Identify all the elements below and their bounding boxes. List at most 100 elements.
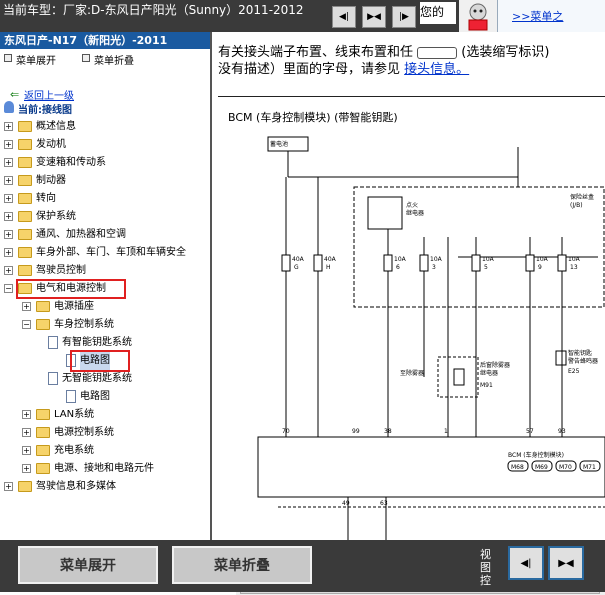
tree-item[interactable]: + 驾驶员控制 [0, 262, 210, 280]
tree-item[interactable]: + 驾驶信息和多媒体 [0, 478, 210, 496]
folder-icon [18, 265, 32, 276]
ignition-relay-label-2: 继电器 [406, 209, 424, 217]
tree-item[interactable]: + 充电系统 [0, 442, 210, 460]
tree-item[interactable]: 电路图 [0, 350, 210, 372]
view-split-button[interactable]: ▶◀ [548, 546, 584, 580]
tree-item[interactable]: + 保护系统 [0, 208, 210, 226]
fuse-rating: 40A [292, 256, 305, 263]
connector-id: M70 [559, 464, 572, 471]
expand-toggle-icon[interactable]: + [22, 428, 31, 437]
tree-item[interactable]: + 变速箱和传动系 [0, 154, 210, 172]
fuse-symbol [471, 254, 481, 272]
expand-icon[interactable] [4, 54, 12, 62]
tree-item[interactable]: + 制动器 [0, 172, 210, 190]
tree-item[interactable]: + 概述信息 [0, 118, 210, 136]
sidebar-expand-link[interactable]: 菜单展开 [16, 52, 56, 67]
split-pane-icon: ▶◀ [558, 557, 574, 569]
connector-id: M69 [535, 464, 548, 471]
expand-toggle-icon[interactable]: + [22, 302, 31, 311]
tree-item-label: 车身外部、车门、车顶和车辆安全 [36, 247, 186, 258]
menu-collapse-button[interactable]: 菜单折叠 [172, 546, 312, 584]
expand-toggle-icon[interactable]: + [4, 140, 13, 149]
tree-item[interactable]: + 电源插座 [0, 298, 210, 316]
wiring-schematic: 40AG40AH10A610A310A510A910A13 蓄电池 保险丝盒 (… [257, 136, 605, 547]
expand-toggle-icon[interactable]: + [4, 158, 13, 167]
tree-item[interactable]: + LAN系统 [0, 406, 210, 424]
sidebar-collapse-link[interactable]: 菜单折叠 [94, 52, 134, 67]
folder-icon [18, 211, 32, 222]
view-single-button[interactable]: ◀| [508, 546, 544, 580]
collapse-toggle-icon[interactable]: − [4, 284, 13, 293]
folder-icon [36, 319, 50, 330]
fuse-id: 6 [396, 264, 400, 271]
expand-toggle-icon[interactable]: + [4, 266, 13, 275]
info-text-1: 有关接头端子布置、线束布置和任 [218, 45, 414, 60]
tree-item[interactable]: + 车身外部、车门、车顶和车辆安全 [0, 244, 210, 262]
fuse-symbol [281, 254, 291, 272]
fuse-id: 13 [570, 264, 578, 271]
fuse-symbol [525, 254, 535, 272]
tree-item[interactable]: 无智能钥匙系统 [0, 370, 210, 388]
expand-toggle-icon[interactable]: + [22, 464, 31, 473]
tree-item[interactable]: + 电源控制系统 [0, 424, 210, 442]
expand-toggle-icon[interactable]: + [4, 248, 13, 257]
fuse-id: 5 [484, 264, 488, 271]
split-icon: ▶◀ [367, 12, 381, 22]
collapse-icon[interactable] [82, 54, 90, 62]
folder-icon [36, 409, 50, 420]
tree-item-label: 电源、接地和电路元件 [54, 463, 154, 474]
fuse-box-label: 保险丝盒 [570, 193, 594, 201]
sidebar: 东风日产-N17（新阳光）-2011 菜单展开 菜单折叠 ⇐ 返回上一级 当前:… [0, 32, 212, 540]
current-location: 当前:接线图 [18, 105, 72, 116]
folder-icon [18, 121, 32, 132]
menu-expand-button[interactable]: 菜单展开 [18, 546, 158, 584]
pin-number: 99 [352, 428, 360, 435]
split-view-button[interactable]: ▶◀ [362, 6, 386, 28]
expand-toggle-icon[interactable]: + [4, 176, 13, 185]
ignition-relay-label: 点火 [406, 201, 418, 209]
tree-item-label: 车身控制系统 [54, 319, 114, 330]
next-arrow-button[interactable]: |▶ [392, 6, 416, 28]
folder-icon [18, 175, 32, 186]
connector-symbol-icon [417, 46, 458, 59]
tree-item-label: 电路图 [80, 391, 110, 402]
folder-icon [18, 481, 32, 492]
tree-item[interactable]: + 电源、接地和电路元件 [0, 460, 210, 478]
fuse-id: 3 [432, 264, 436, 271]
tree-item[interactable]: − 车身控制系统 [0, 316, 210, 334]
mascot-image [459, 0, 497, 32]
tree-item[interactable]: + 转向 [0, 190, 210, 208]
folder-icon [18, 229, 32, 240]
expand-toggle-icon[interactable]: + [22, 410, 31, 419]
fuse-rating: 10A [430, 256, 443, 263]
tree-item[interactable]: + 发动机 [0, 136, 210, 154]
tree-item-label: 驾驶员控制 [36, 265, 86, 276]
defogger-label: 至除雾器 [400, 369, 424, 377]
back-link[interactable]: 返回上一级 [24, 87, 74, 102]
fuse-symbol [383, 254, 393, 272]
tree-item[interactable]: 电路图 [0, 388, 210, 406]
fuse-symbol [419, 254, 429, 272]
connector-info-link[interactable]: 接头信息。 [404, 62, 469, 77]
collapse-toggle-icon[interactable]: − [22, 320, 31, 329]
expand-toggle-icon[interactable]: + [4, 194, 13, 203]
menu-promo-link[interactable]: >>菜单之 [512, 8, 563, 24]
document-icon [48, 336, 58, 349]
fuse-id: G [294, 264, 299, 271]
tree-item[interactable]: + 通风、加热器和空调 [0, 226, 210, 244]
smart-key-label-1: 智能钥匙 [568, 349, 592, 357]
expand-toggle-icon[interactable]: + [4, 482, 13, 491]
content-area: 有关接头端子布置、线束布置和任 (选装缩写标识) 没有描述）里面的字母，请参见 … [214, 32, 605, 595]
fuse-symbol [557, 254, 567, 272]
expand-toggle-icon[interactable]: + [22, 446, 31, 455]
relay-label-1: 后窗除雾器 [480, 361, 510, 369]
fuse-symbol [313, 254, 323, 272]
fuse-rating: 10A [536, 256, 549, 263]
pin-number: 57 [526, 428, 534, 435]
prev-arrow-button[interactable]: ◀| [332, 6, 356, 28]
expand-toggle-icon[interactable]: + [4, 230, 13, 239]
expand-toggle-icon[interactable]: + [4, 212, 13, 221]
expand-toggle-icon[interactable]: + [4, 122, 13, 131]
pin-number: 63 [380, 500, 388, 507]
tree-item[interactable]: − 电气和电源控制 [0, 279, 210, 299]
